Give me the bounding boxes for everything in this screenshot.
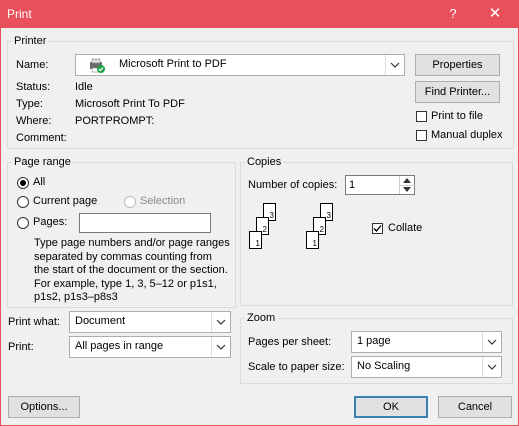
- copies-value: 1: [349, 179, 356, 191]
- collate-illustration-2: 3 2 1: [305, 203, 345, 255]
- page-range-group-label: Page range: [14, 156, 71, 168]
- comment-label: Comment:: [16, 132, 67, 144]
- printer-name-value: Microsoft Print to PDF: [119, 58, 227, 70]
- checkmark-icon: [373, 225, 382, 232]
- current-page-radio[interactable]: [17, 196, 29, 208]
- current-page-label[interactable]: Current page: [33, 195, 97, 207]
- chevron-down-icon[interactable]: [482, 332, 501, 352]
- status-label: Status:: [16, 81, 51, 93]
- selection-label[interactable]: Selection: [140, 195, 185, 207]
- print-to-file-label[interactable]: Print to file: [431, 110, 483, 122]
- chevron-down-icon[interactable]: [385, 55, 404, 75]
- find-printer-button[interactable]: Find Printer...: [415, 81, 500, 103]
- copies-group-label: Copies: [247, 156, 282, 168]
- print-label: Print:: [8, 341, 34, 353]
- collate-illustration-1: 3 2 1: [248, 203, 288, 255]
- all-radio[interactable]: [17, 177, 29, 189]
- scale-to-paper-label: Scale to paper size:: [248, 361, 345, 373]
- collate-label[interactable]: Collate: [388, 222, 422, 234]
- where-label: Where:: [16, 115, 52, 127]
- status-value: Idle: [75, 81, 93, 93]
- zoom-group-label: Zoom: [247, 312, 276, 324]
- print-value: All pages in range: [75, 340, 164, 352]
- manual-duplex-label[interactable]: Manual duplex: [431, 129, 503, 141]
- cancel-button[interactable]: Cancel: [438, 396, 512, 418]
- copies-spinner[interactable]: 1: [345, 175, 415, 195]
- close-icon[interactable]: ✕: [482, 4, 508, 24]
- pages-per-sheet-label: Pages per sheet:: [248, 336, 332, 348]
- window-title: Print: [7, 7, 32, 21]
- chevron-down-icon[interactable]: [211, 312, 230, 332]
- number-of-copies-label: Number of copies:: [248, 179, 338, 191]
- options-button[interactable]: Options...: [8, 396, 80, 418]
- selection-radio[interactable]: [124, 196, 136, 208]
- where-value: PORTPROMPT:: [75, 115, 155, 127]
- page-range-help-text: Type page numbers and/or page ranges sep…: [34, 237, 230, 303]
- printer-name-select[interactable]: Microsoft Print to PDF: [75, 54, 405, 76]
- print-what-value: Document: [75, 315, 126, 327]
- help-icon[interactable]: ?: [441, 4, 465, 24]
- manual-duplex-checkbox[interactable]: [416, 130, 427, 141]
- chevron-down-icon[interactable]: [211, 337, 230, 357]
- page-icon: 1: [249, 231, 262, 249]
- print-what-select[interactable]: Document: [69, 311, 231, 333]
- pages-label[interactable]: Pages:: [33, 216, 67, 228]
- printer-icon: [88, 58, 106, 77]
- print-dialog: Print ? ✕ Printer Name: Microsoft Print …: [0, 0, 519, 426]
- type-label: Type:: [16, 98, 43, 110]
- scale-to-paper-value: No Scaling: [357, 360, 411, 372]
- chevron-down-icon[interactable]: [482, 357, 501, 377]
- pages-radio[interactable]: [17, 217, 29, 229]
- printer-name-label: Name:: [16, 59, 49, 71]
- title-bar[interactable]: Print ? ✕: [1, 1, 518, 28]
- scale-to-paper-select[interactable]: No Scaling: [351, 356, 502, 378]
- ok-button[interactable]: OK: [354, 396, 428, 418]
- page-icon: 1: [306, 231, 319, 249]
- type-value: Microsoft Print To PDF: [75, 98, 185, 110]
- pages-per-sheet-value: 1 page: [357, 335, 391, 347]
- all-label[interactable]: All: [33, 176, 45, 188]
- print-select[interactable]: All pages in range: [69, 336, 231, 358]
- print-what-label: Print what:: [8, 316, 60, 328]
- spin-down-icon[interactable]: [399, 185, 415, 194]
- radio-selected-dot: [20, 180, 26, 186]
- collate-checkbox[interactable]: [372, 223, 383, 234]
- properties-button[interactable]: Properties: [415, 54, 500, 76]
- print-to-file-checkbox[interactable]: [416, 111, 427, 122]
- pages-per-sheet-select[interactable]: 1 page: [351, 331, 502, 353]
- printer-group-label: Printer: [14, 35, 47, 47]
- pages-input[interactable]: [79, 213, 211, 233]
